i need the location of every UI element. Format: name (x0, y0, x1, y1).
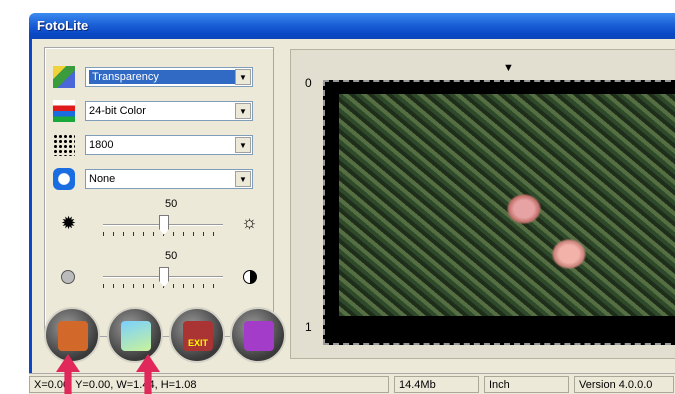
brightness-slider[interactable]: 50 ✹ ☼ (53, 198, 268, 244)
contrast-slider[interactable]: 50 (53, 250, 268, 296)
preview-area: 0 1 ▼ (290, 49, 675, 359)
chevron-down-icon[interactable]: ▼ (235, 171, 251, 187)
halftone-dots-icon (53, 134, 75, 156)
high-contrast-icon (243, 270, 257, 284)
flower-photo (339, 94, 675, 316)
contrast-value: 50 (165, 250, 178, 262)
low-contrast-icon (61, 270, 75, 284)
help-book-icon (244, 321, 274, 351)
status-bar: X=0.00, Y=0.00, W=1.44, H=1.08 14.4Mb In… (29, 373, 675, 394)
ruler-top-label: 0 (305, 76, 312, 90)
status-unit: Inch (484, 376, 569, 393)
chevron-down-icon[interactable]: ▼ (235, 103, 251, 119)
type-select[interactable]: Transparency ▼ (85, 67, 253, 87)
preview-icon (58, 321, 88, 351)
ruler-bottom-label: 1 (305, 320, 312, 334)
title-bar: FotoLite (29, 13, 675, 39)
resolution-select[interactable]: 1800 ▼ (85, 135, 253, 155)
status-size: 14.4Mb (394, 376, 479, 393)
status-version: Version 4.0.0.0 (574, 376, 674, 393)
lens-filter-icon (53, 168, 75, 190)
filter-row: None ▼ (53, 166, 253, 192)
chevron-down-icon[interactable]: ▼ (235, 69, 251, 85)
type-row: Transparency ▼ (53, 64, 253, 90)
main-window: Transparency ▼ 24-bit Color ▼ 1800 ▼ None ▼ … (29, 39, 675, 374)
brightness-value: 50 (165, 198, 178, 210)
exit-button[interactable]: EXIT (169, 307, 225, 363)
color-select[interactable]: 24-bit Color ▼ (85, 101, 253, 121)
color-mode-icon (53, 100, 75, 122)
settings-panel: Transparency ▼ 24-bit Color ▼ 1800 ▼ None ▼ … (44, 47, 274, 337)
help-button[interactable] (230, 307, 286, 363)
exit-icon: EXIT (183, 321, 213, 351)
crop-marker-icon[interactable]: ▼ (503, 62, 514, 74)
preview-button[interactable] (44, 307, 100, 363)
window-title: FotoLite (37, 18, 89, 33)
scan-button[interactable] (107, 307, 163, 363)
scan-icon (121, 321, 151, 351)
film-transparency-icon (53, 66, 75, 88)
dim-sun-icon: ✹ (61, 213, 77, 233)
scan-preview-image[interactable] (323, 80, 675, 345)
resolution-row: 1800 ▼ (53, 132, 253, 158)
bright-sun-icon: ☼ (241, 212, 258, 232)
status-coords: X=0.00, Y=0.00, W=1.44, H=1.08 (29, 376, 389, 393)
filter-select[interactable]: None ▼ (85, 169, 253, 189)
chevron-down-icon[interactable]: ▼ (235, 137, 251, 153)
color-row: 24-bit Color ▼ (53, 98, 253, 124)
